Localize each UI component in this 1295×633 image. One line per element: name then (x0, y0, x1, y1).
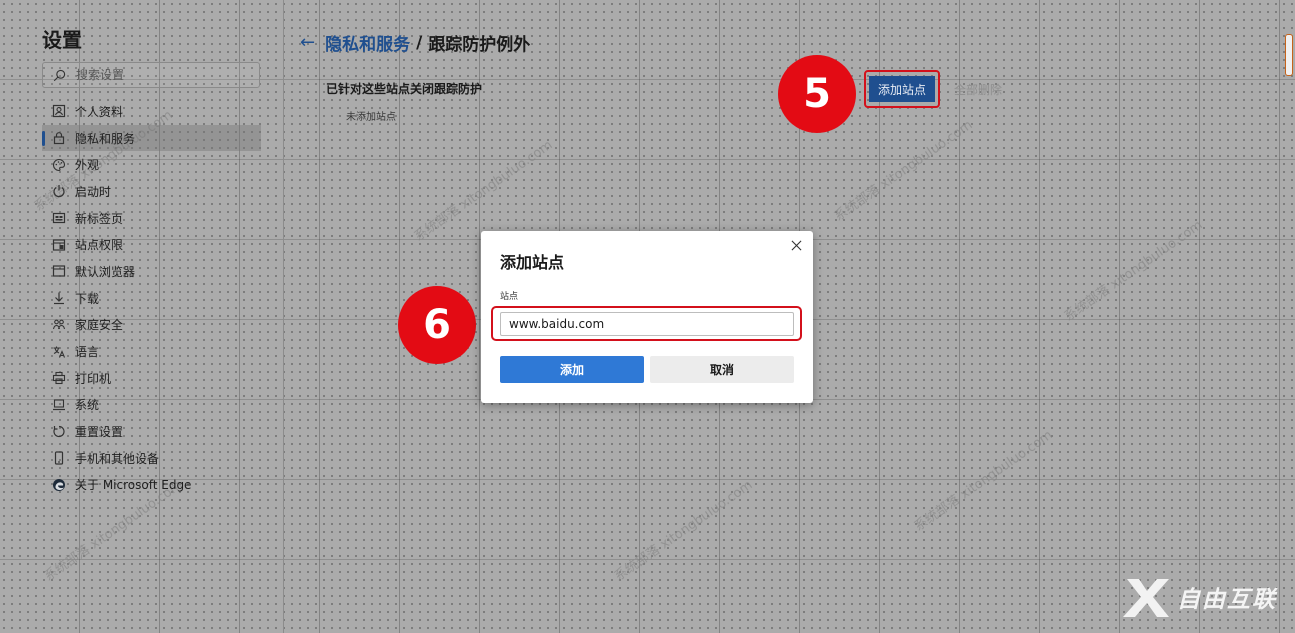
search-box[interactable] (42, 62, 260, 88)
palette-icon (52, 158, 66, 172)
scrollbar-thumb[interactable] (1285, 34, 1293, 76)
language-icon (52, 345, 66, 359)
sidebar-item-about[interactable]: 关于 Microsoft Edge (42, 472, 261, 499)
browser-icon (52, 264, 66, 278)
printer-icon (52, 371, 66, 385)
logo-text: 自由互联 (1177, 587, 1277, 613)
sidebar-item-phone[interactable]: 手机和其他设备 (42, 445, 261, 472)
system-icon (52, 398, 66, 412)
sidebar-item-printers[interactable]: 打印机 (42, 365, 261, 392)
watermark: 系统部落 xitongbuluo.com (611, 477, 756, 585)
sidebar-item-label: 个人资料 (75, 104, 124, 119)
sidebar-item-label: 默认浏览器 (75, 264, 136, 279)
sidebar-item-profile[interactable]: 个人资料 (42, 98, 261, 125)
site-field-label: 站点 (500, 292, 519, 302)
sidebar-item-label: 关于 Microsoft Edge (75, 478, 192, 493)
sidebar-item-label: 家庭安全 (75, 318, 124, 333)
empty-list-text: 未添加站点 (346, 112, 396, 123)
watermark: 系统部落 xitongbuluo.com (831, 117, 976, 225)
sidebar-title: 设置 (42, 28, 82, 52)
add-site-dialog: 添加站点 站点 添加 取消 (481, 231, 813, 403)
sidebar: 设置 个人资料 隐私和服务 (0, 0, 284, 633)
sidebar-item-label: 隐私和服务 (75, 131, 136, 146)
watermark: 系统部落 xitongbuluo.com (1061, 217, 1206, 325)
sidebar-item-appearance[interactable]: 外观 (42, 151, 261, 178)
watermark: 系统部落 xitongbuluo.com (411, 137, 556, 245)
close-icon[interactable] (789, 238, 803, 252)
sidebar-item-startup[interactable]: 启动时 (42, 178, 261, 205)
sidebar-item-downloads[interactable]: 下载 (42, 285, 261, 312)
breadcrumb-separator: / (416, 32, 423, 53)
family-icon (52, 318, 66, 332)
watermark: 系统部落 xitongbuluo.com (911, 427, 1056, 535)
step-6-badge: 6 (398, 286, 476, 364)
sidebar-item-label: 手机和其他设备 (75, 451, 160, 466)
sidebar-item-default-browser[interactable]: 默认浏览器 (42, 258, 261, 285)
dialog-add-button[interactable]: 添加 (500, 356, 644, 383)
section-title: 已针对这些站点关闭跟踪防护 (326, 82, 483, 96)
sidebar-item-label: 语言 (75, 345, 100, 360)
sidebar-item-label: 重置设置 (75, 425, 124, 440)
lock-icon (52, 131, 66, 145)
sidebar-item-system[interactable]: 系统 (42, 392, 261, 419)
sidebar-item-languages[interactable]: 语言 (42, 338, 261, 365)
search-icon (53, 69, 66, 81)
sidebar-item-privacy[interactable]: 隐私和服务 (42, 124, 261, 152)
dialog-title: 添加站点 (500, 253, 565, 272)
dialog-cancel-button[interactable]: 取消 (650, 356, 794, 383)
logo-x-icon (1123, 579, 1169, 617)
power-icon (52, 184, 66, 198)
settings-page: 系统部落 xitongbuluo.com 系统部落 xitongbuluo.co… (0, 0, 1295, 633)
sidebar-item-label: 外观 (75, 158, 100, 173)
sidebar-item-label: 启动时 (75, 184, 112, 199)
sidebar-item-label: 站点权限 (75, 238, 124, 253)
sidebar-item-label: 下载 (75, 291, 100, 306)
back-arrow-icon[interactable]: ← (300, 33, 315, 52)
add-site-highlight-box (864, 70, 940, 108)
step-5-badge: 5 (778, 55, 856, 133)
phone-icon (52, 451, 66, 465)
sidebar-nav: 个人资料 隐私和服务 外观 启动时 新标签页 站点权限 默认浏览器 下载 家庭安… (42, 98, 261, 498)
sidebar-item-new-tab[interactable]: 新标签页 (42, 205, 261, 232)
site-permissions-icon (52, 238, 66, 252)
sidebar-item-family-safety[interactable]: 家庭安全 (42, 312, 261, 339)
brand-logo: 自由互联 (1121, 575, 1277, 619)
sidebar-item-site-permissions[interactable]: 站点权限 (42, 231, 261, 258)
breadcrumb-parent-link[interactable]: 隐私和服务 (325, 30, 410, 55)
sidebar-item-label: 打印机 (75, 371, 112, 386)
page-title: 跟踪防护例外 (428, 35, 531, 55)
site-input-highlight-box (491, 306, 802, 341)
remove-all-button[interactable]: 全部删除 (946, 76, 1010, 102)
download-icon (52, 291, 66, 305)
new-tab-icon (52, 211, 66, 225)
breadcrumb: ← 隐私和服务 / 跟踪防护例外 (300, 30, 531, 56)
reset-icon (52, 425, 66, 439)
sidebar-item-label: 新标签页 (75, 211, 124, 226)
edge-icon (52, 478, 66, 492)
search-input[interactable] (74, 67, 248, 83)
sidebar-item-reset[interactable]: 重置设置 (42, 418, 261, 445)
profile-icon (52, 104, 66, 118)
sidebar-item-label: 系统 (75, 398, 100, 413)
